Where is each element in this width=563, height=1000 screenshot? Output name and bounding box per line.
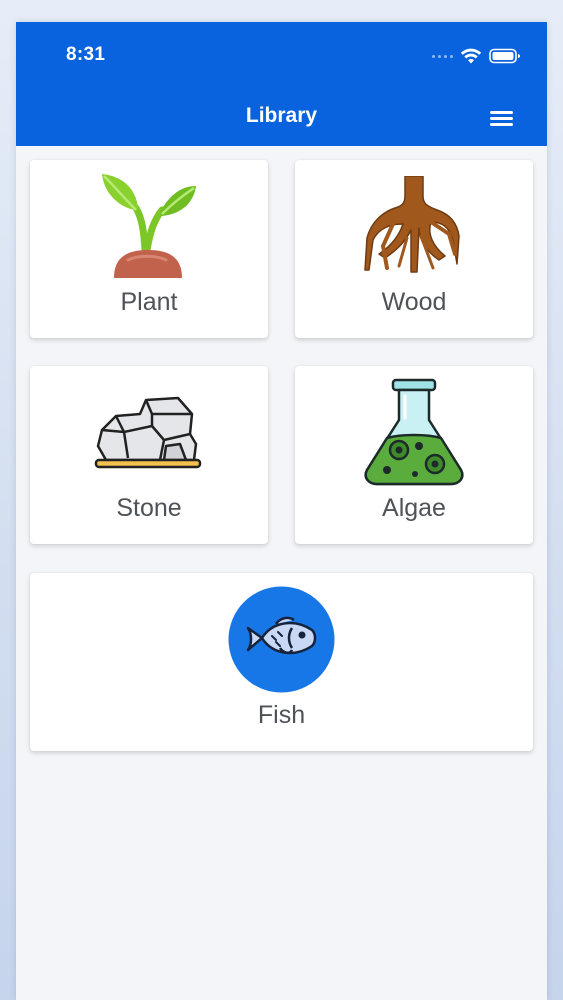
hamburger-menu-icon[interactable] xyxy=(487,106,517,130)
battery-icon xyxy=(489,48,520,64)
fish-icon xyxy=(228,586,335,693)
status-time: 8:31 xyxy=(66,44,106,65)
cellular-icon xyxy=(432,54,453,58)
wood-root-icon xyxy=(361,176,467,278)
page-title: Library xyxy=(245,104,318,127)
stone-icon xyxy=(94,396,204,472)
category-label-stone: Stone xyxy=(116,494,182,522)
category-label-algae: Algae xyxy=(382,494,446,522)
category-card-wood[interactable]: Wood xyxy=(295,160,533,338)
category-card-plant[interactable]: Plant xyxy=(30,160,268,338)
category-card-fish[interactable]: Fish xyxy=(30,573,533,751)
wifi-icon xyxy=(460,48,482,63)
category-label-fish: Fish xyxy=(257,701,306,729)
category-label-wood: Wood xyxy=(381,288,447,316)
category-card-algae[interactable]: Algae xyxy=(295,366,533,544)
category-card-stone[interactable]: Stone xyxy=(30,366,268,544)
app-screen: 8:31 Library Plant Wood Stone Algae Fish xyxy=(16,22,547,1000)
category-label-plant: Plant xyxy=(120,288,178,316)
app-header: 8:31 Library xyxy=(16,22,547,146)
status-icons xyxy=(432,46,521,66)
plant-icon xyxy=(98,172,200,280)
algae-flask-icon xyxy=(361,378,467,488)
